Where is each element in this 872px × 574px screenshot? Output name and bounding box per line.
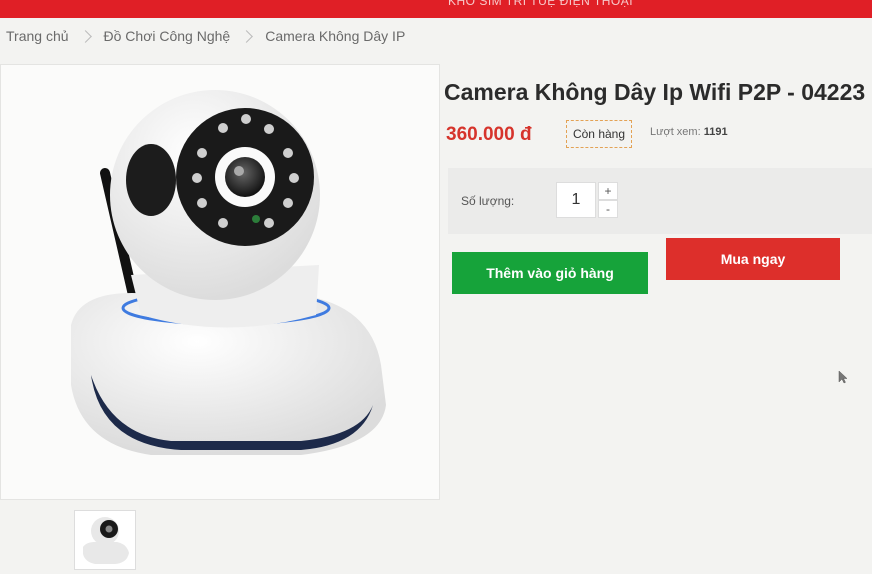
breadcrumb-separator-icon [240,29,254,43]
view-count-value: 1191 [703,126,728,138]
product-title: Camera Không Dây Ip Wifi P2P - 04223 [444,79,866,106]
breadcrumb-home[interactable]: Trang chủ [6,28,69,44]
product-image-frame [0,64,440,500]
quantity-input[interactable]: 1 [556,182,596,218]
breadcrumb-category[interactable]: Đồ Chơi Công Nghệ [104,28,231,44]
camera-image[interactable] [1,65,439,499]
stock-status-badge: Còn hàng [566,120,632,148]
quantity-panel: Số lượng: 1 + - [448,168,872,234]
camera-thumbnail [83,517,129,564]
quantity-increase-button[interactable]: + [598,182,618,200]
view-count: Lượt xem: 1191 [650,126,728,138]
buy-now-button[interactable]: Mua ngay [666,238,840,280]
quantity-decrease-button[interactable]: - [598,200,618,218]
top-banner: KHO SIM TRÍ TUỆ ĐIỆN THOẠI [0,0,872,18]
top-banner-text: KHO SIM TRÍ TUỆ ĐIỆN THOẠI [448,0,634,8]
product-price: 360.000 đ [446,124,532,145]
mouse-cursor-icon [838,370,848,384]
breadcrumb-current[interactable]: Camera Không Dây IP [265,28,405,44]
add-to-cart-button[interactable]: Thêm vào giỏ hàng [452,252,648,294]
view-count-label: Lượt xem: [650,126,701,138]
breadcrumb: Trang chủ Đồ Chơi Công Nghệ Camera Không… [6,26,405,46]
quantity-label: Số lượng: [461,194,515,208]
product-thumbnail[interactable] [74,510,136,570]
breadcrumb-separator-icon [78,29,92,43]
